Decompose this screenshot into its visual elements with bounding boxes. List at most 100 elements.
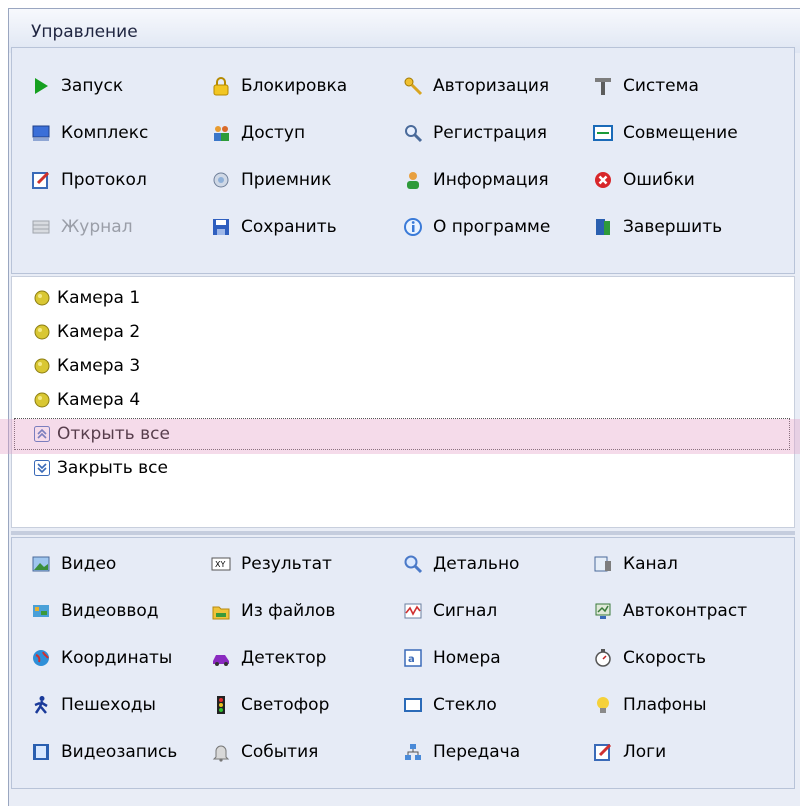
tool-item-stopwatch[interactable]: Скорость <box>592 643 706 673</box>
tool-item-plate-numbers[interactable]: a Номера <box>402 643 501 673</box>
plate-numbers-icon: a <box>402 647 424 669</box>
svg-text:XY: XY <box>215 560 225 569</box>
list-item-label: Открыть все <box>57 424 170 444</box>
tool-item-channel[interactable]: Канал <box>592 549 678 579</box>
stopwatch-icon <box>592 647 614 669</box>
item-label: Совмещение <box>623 123 738 143</box>
control-item-journal[interactable]: Журнал <box>30 212 133 242</box>
control-item-computer[interactable]: Комплекс <box>30 118 148 148</box>
camera-list-item[interactable]: Камера 3 <box>15 351 789 381</box>
control-item-edit-document[interactable]: Протокол <box>30 165 147 195</box>
item-label: Детально <box>433 554 520 574</box>
item-label: Результат <box>241 554 332 574</box>
item-label: Система <box>623 76 699 96</box>
item-label: Протокол <box>61 170 147 190</box>
tools-icon <box>592 75 614 97</box>
edit-document-icon <box>30 169 52 191</box>
item-label: Завершить <box>623 217 723 237</box>
item-label: Сигнал <box>433 601 498 621</box>
control-item-tools[interactable]: Система <box>592 71 699 101</box>
film-record-icon <box>30 741 52 763</box>
item-label: Стекло <box>433 695 497 715</box>
item-label: Информация <box>433 170 549 190</box>
panel-splitter[interactable] <box>11 531 795 535</box>
tool-item-signal-wave[interactable]: Сигнал <box>402 596 497 626</box>
list-item-label: Камера 2 <box>57 322 141 342</box>
item-label: Комплекс <box>61 123 149 143</box>
item-label: Регистрация <box>433 123 547 143</box>
tool-item-result-xy[interactable]: XY Результат <box>210 549 332 579</box>
tool-item-folder-files[interactable]: Из файлов <box>210 596 335 626</box>
control-item-error[interactable]: Ошибки <box>592 165 695 195</box>
control-item-padlock[interactable]: Блокировка <box>210 71 347 101</box>
item-label: Запуск <box>61 76 124 96</box>
padlock-icon <box>210 75 232 97</box>
close-all-item[interactable]: Закрыть все <box>15 453 789 483</box>
item-label: Передача <box>433 742 521 762</box>
item-label: Из файлов <box>241 601 336 621</box>
channel-icon <box>592 553 614 575</box>
open-all-item[interactable]: Открыть все <box>14 418 790 450</box>
control-item-key[interactable]: Авторизация <box>402 71 549 101</box>
item-label: Видеоввод <box>61 601 159 621</box>
traffic-light-icon <box>210 694 232 716</box>
item-label: Сохранить <box>241 217 337 237</box>
control-item-user-info[interactable]: Информация <box>402 165 549 195</box>
auto-contrast-icon <box>592 600 614 622</box>
item-label: Номера <box>433 648 501 668</box>
tool-item-video-input[interactable]: Видеоввод <box>30 596 159 626</box>
computer-icon <box>30 122 52 144</box>
car-detector-icon <box>210 647 232 669</box>
control-item-magnifier-key[interactable]: Регистрация <box>402 118 547 148</box>
network-transfer-icon <box>402 741 424 763</box>
list-item-label: Камера 1 <box>57 288 141 308</box>
play-icon <box>30 75 52 97</box>
svg-text:a: a <box>408 654 415 665</box>
tool-item-magnifier[interactable]: Детально <box>402 549 519 579</box>
list-item-label: Камера 4 <box>57 390 141 410</box>
about-info-icon <box>402 216 424 238</box>
item-label: Авторизация <box>433 76 550 96</box>
control-item-network-globe[interactable]: Приемник <box>210 165 331 195</box>
video-input-icon <box>30 600 52 622</box>
tool-item-video-image[interactable]: Видео <box>30 549 116 579</box>
folder-files-icon <box>210 600 232 622</box>
list-item-label: Закрыть все <box>57 458 168 478</box>
header-title: Управление <box>31 22 138 42</box>
control-item-play[interactable]: Запуск <box>30 71 123 101</box>
item-label: Пешеходы <box>61 695 156 715</box>
item-label: Скорость <box>623 648 706 668</box>
tool-item-traffic-light[interactable]: Светофор <box>210 690 329 720</box>
camera-list-item[interactable]: Камера 2 <box>15 317 789 347</box>
item-label: Детектор <box>241 648 327 668</box>
bell-icon <box>210 741 232 763</box>
camera-list-item[interactable]: Камера 1 <box>15 283 789 313</box>
tool-item-bell[interactable]: События <box>210 737 318 767</box>
expand-all-icon <box>33 425 51 443</box>
tool-item-auto-contrast[interactable]: Автоконтраст <box>592 596 747 626</box>
tool-item-film-record[interactable]: Видеозапись <box>30 737 177 767</box>
item-label: Видеозапись <box>61 742 178 762</box>
item-label: События <box>241 742 319 762</box>
control-item-users[interactable]: Доступ <box>210 118 305 148</box>
magnifier-key-icon <box>402 122 424 144</box>
tool-item-globe-coordinates[interactable]: Координаты <box>30 643 172 673</box>
tool-item-glass-window[interactable]: Стекло <box>402 690 497 720</box>
tool-item-network-transfer[interactable]: Передача <box>402 737 520 767</box>
camera-list-panel: Камера 1 Камера 2 Камера 3 Камера 4 Открыть … <box>11 276 795 528</box>
item-label: Доступ <box>241 123 306 143</box>
tool-item-lightbulb[interactable]: Плафоны <box>592 690 707 720</box>
control-item-exit-door[interactable]: Завершить <box>592 212 722 242</box>
control-item-align-window[interactable]: Совмещение <box>592 118 738 148</box>
control-panel: Запуск Блокировка Авторизация Система Компле… <box>11 47 795 274</box>
camera-list-item[interactable]: Камера 4 <box>15 385 789 415</box>
control-item-about-info[interactable]: О программе <box>402 212 550 242</box>
item-label: Видео <box>61 554 117 574</box>
item-label: Автоконтраст <box>623 601 748 621</box>
globe-coordinates-icon <box>30 647 52 669</box>
control-item-save-disk[interactable]: Сохранить <box>210 212 337 242</box>
tool-item-log-edit[interactable]: Логи <box>592 737 666 767</box>
tool-item-pedestrian[interactable]: Пешеходы <box>30 690 156 720</box>
error-icon <box>592 169 614 191</box>
tool-item-car-detector[interactable]: Детектор <box>210 643 326 673</box>
